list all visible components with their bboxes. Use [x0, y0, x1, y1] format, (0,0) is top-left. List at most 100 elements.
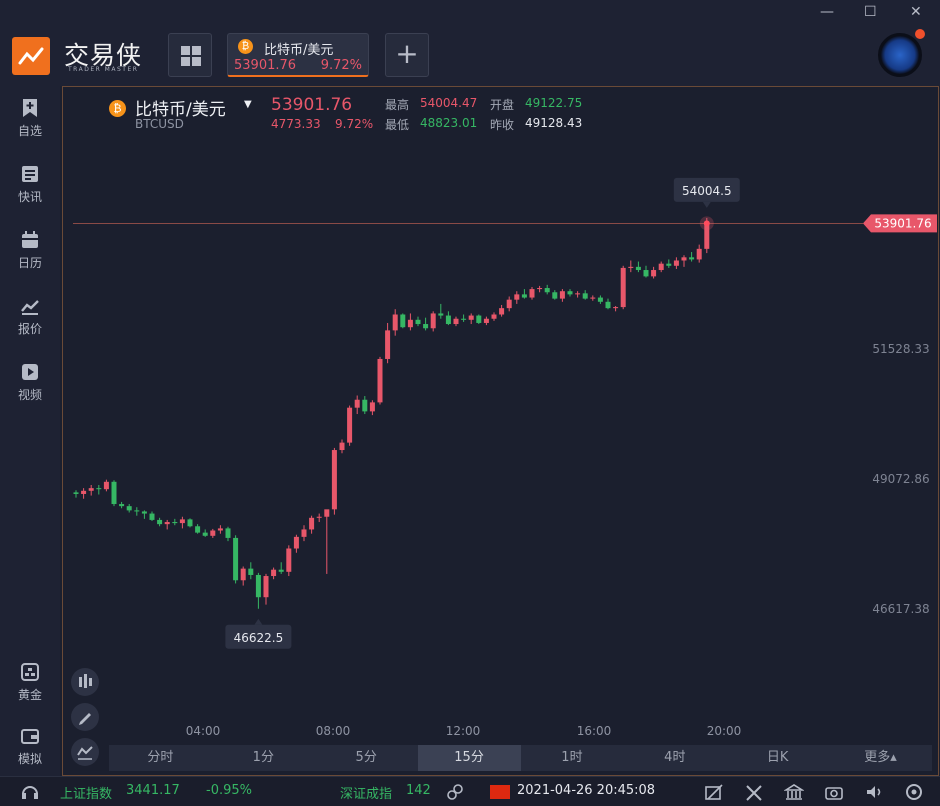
sidebar-item-gold[interactable]: 黄金 [0, 662, 60, 718]
timeframe-1h[interactable]: 1时 [521, 745, 624, 771]
candle-body [613, 307, 619, 309]
chevron-down-icon[interactable]: ▼ [244, 99, 252, 110]
x-tick-label: 16:00 [577, 724, 612, 738]
timeframe-5m[interactable]: 5分 [315, 745, 418, 771]
close-button[interactable]: ✕ [910, 4, 922, 20]
high-label: 最高 [385, 98, 410, 112]
candle-body [559, 291, 565, 299]
timeframe-1m[interactable]: 1分 [212, 745, 315, 771]
candle-body [195, 526, 201, 533]
candle-body [628, 266, 634, 268]
y-tick-label: 51528.33 [872, 342, 929, 356]
draw-tool-button[interactable] [71, 703, 99, 731]
low-callout-pointer [254, 618, 263, 625]
candle-body [271, 569, 277, 577]
candle-body [643, 270, 649, 277]
candle-body [172, 522, 178, 524]
minimize-button[interactable]: — [820, 4, 834, 20]
timeframe-4h[interactable]: 4时 [623, 745, 726, 771]
sidebar-item-quotes[interactable]: 报价 [0, 296, 60, 352]
timeframe-more[interactable]: 更多▴ [829, 745, 932, 771]
candle-body [324, 509, 330, 517]
wallet-icon [21, 729, 39, 744]
sidebar-item-news[interactable]: 快讯 [0, 164, 60, 220]
price-change-percent: 9.72% [335, 117, 374, 131]
candle-body [620, 267, 626, 308]
candle-body [529, 289, 535, 298]
candle-body [354, 399, 360, 408]
bitcoin-icon: ₿ [238, 39, 253, 54]
status-bar: 上证指数 3441.17 -0.95% 深证成指 142 2021-04-26 … [0, 776, 940, 806]
prev-close-label: 昨收 [490, 118, 515, 132]
headset-icon[interactable] [20, 783, 40, 801]
candle-body [567, 291, 573, 295]
sidebar-item-label: 黄金 [17, 688, 42, 702]
candle-body [468, 315, 474, 320]
camera-icon[interactable] [824, 783, 844, 801]
settings-gear-icon[interactable] [904, 782, 924, 802]
share-icon[interactable] [704, 783, 724, 801]
maximize-button[interactable]: ☐ [864, 4, 877, 20]
chart-type-button[interactable] [71, 738, 99, 766]
candle-body [103, 481, 109, 490]
last-price-dot [703, 220, 710, 227]
line-chart-icon [77, 746, 93, 760]
timeframe-15m[interactable]: 15分 [417, 745, 521, 771]
add-tab-button[interactable]: + [385, 33, 429, 77]
candle-body [430, 313, 436, 329]
candle-body [362, 399, 368, 412]
candle-body [491, 314, 497, 319]
candle-body [286, 548, 292, 572]
quote-chart-icon [21, 300, 39, 315]
candle-body [445, 315, 451, 325]
candle-body [377, 358, 383, 403]
sidebar-item-label: 视频 [17, 388, 42, 402]
sidebar-item-calendar[interactable]: 日历 [0, 230, 60, 286]
avatar[interactable] [878, 33, 922, 77]
sidebar-item-label: 日历 [17, 256, 42, 270]
symbol-code: BTCUSD [135, 117, 184, 131]
timeframe-tick[interactable]: 分时 [109, 745, 212, 771]
low-callout-label: 46622.5 [234, 631, 284, 645]
candle-body [689, 257, 695, 260]
candle-body [347, 407, 353, 443]
candle-body [651, 270, 657, 277]
layout-grid-button[interactable] [168, 33, 212, 77]
candle-body [263, 576, 269, 598]
candlestick-chart[interactable]: 46617.38 49072.86 51528.33 04:00 08:00 12:00 1… [63, 87, 938, 775]
tab-btcusd[interactable]: ₿ 比特币/美元 53901.76 9.72% [227, 33, 369, 77]
candle-body [202, 532, 208, 536]
candle-body [164, 522, 170, 525]
candle-body [369, 402, 375, 412]
candle-body [476, 315, 482, 323]
building-icon[interactable] [784, 782, 804, 802]
last-price: 53901.76 [271, 95, 353, 115]
sidebar: 自选 快讯 日历 报价 视频 黄金 模拟 [0, 86, 60, 776]
news-icon [22, 166, 38, 182]
low-label: 最低 [385, 118, 410, 132]
prev-close-value: 49128.43 [525, 116, 583, 130]
candle-body [400, 314, 406, 328]
candle-body [392, 314, 398, 331]
timeframe-daily[interactable]: 日K [726, 745, 829, 771]
pencil-icon [79, 713, 91, 725]
sh-index-label[interactable]: 上证指数 [60, 783, 112, 802]
y-tick-label: 49072.86 [872, 472, 929, 486]
link-icon[interactable] [446, 783, 464, 801]
volume-icon[interactable] [864, 783, 884, 801]
candle-body [605, 301, 611, 309]
sidebar-item-video[interactable]: 视频 [0, 362, 60, 418]
title-bar: — ☐ ✕ 交易侠 TRADER MASTER ₿ 比特币/美元 53901.7… [0, 0, 940, 86]
sz-index-label[interactable]: 深证成指 [340, 783, 392, 802]
y-tick-label: 46617.38 [872, 602, 929, 616]
indicator-tool-button[interactable] [71, 668, 99, 696]
sidebar-item-watchlist[interactable]: 自选 [0, 98, 60, 154]
tools-icon[interactable] [744, 783, 764, 801]
candle-body [73, 492, 79, 494]
candle-body [149, 513, 155, 520]
candle-body [126, 506, 132, 511]
candle-body [415, 319, 421, 325]
candle-body [438, 313, 444, 316]
sidebar-item-simulate[interactable]: 模拟 [0, 726, 60, 782]
notification-dot [915, 29, 925, 39]
